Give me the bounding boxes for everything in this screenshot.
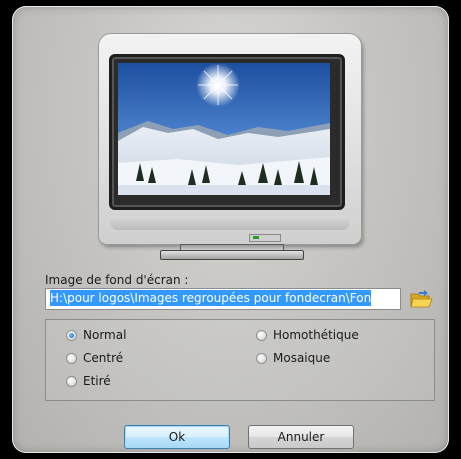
radio-centre-button[interactable] [66,352,77,364]
radio-etire[interactable]: Etiré [66,374,111,388]
wallpaper-path-input[interactable]: H:\pour logos\Images regroupées pour fon… [45,288,401,310]
monitor-screen [109,54,345,210]
radio-homothetique-label: Homothétique [273,328,359,342]
radio-etire-button[interactable] [66,375,77,387]
radio-homothetique[interactable]: Homothétique [256,328,359,342]
radio-normal-label: Normal [83,328,127,342]
radio-etire-label: Etiré [83,374,111,388]
monitor-base [160,250,304,260]
cancel-button[interactable]: Annuler [248,425,354,449]
display-options-group: Normal Centré Etiré Homothétique Mosaiqu… [45,319,435,401]
monitor-preview [99,34,361,244]
wallpaper-label: Image de fond d'écran : [45,273,189,287]
path-row: H:\pour logos\Images regroupées pour fon… [45,288,435,312]
radio-mosaique-button[interactable] [256,352,267,364]
monitor-bezel-bottom [111,216,349,230]
power-led-icon [249,234,281,242]
radio-centre[interactable]: Centré [66,351,123,365]
ok-button[interactable]: Ok [124,425,230,449]
radio-normal[interactable]: Normal [66,328,126,342]
radio-homothetique-button[interactable] [256,329,267,341]
wallpaper-preview-image [118,63,330,195]
radio-mosaique-label: Mosaique [273,351,331,365]
radio-normal-button[interactable] [66,329,77,341]
radio-centre-label: Centré [83,351,124,365]
browse-folder-button[interactable] [409,288,433,310]
radio-mosaique[interactable]: Mosaique [256,351,330,365]
wallpaper-path-text: H:\pour logos\Images regroupées pour fon… [50,290,372,306]
open-folder-icon [410,290,433,308]
wallpaper-dialog: Image de fond d'écran : H:\pour logos\Im… [12,6,449,453]
